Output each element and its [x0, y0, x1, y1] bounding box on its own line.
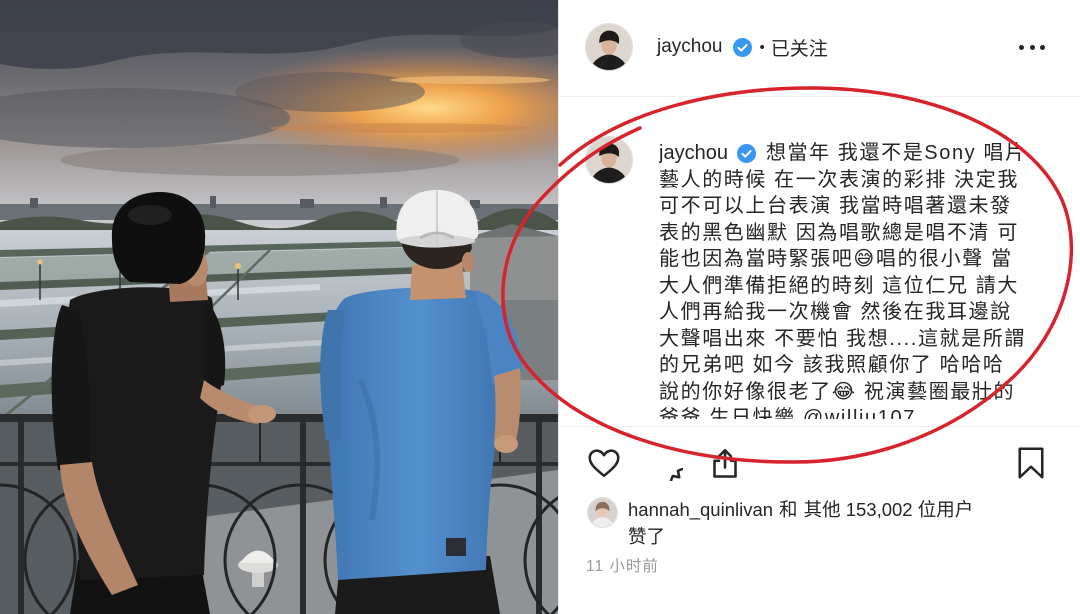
likes-others-link[interactable]: 其他 153,002 位用户 — [804, 499, 974, 520]
heart-icon[interactable] — [586, 445, 622, 481]
caption-line: 人們再給我一次機會 然後在我耳邊說 — [659, 301, 1012, 323]
cloud — [235, 72, 425, 112]
liker-avatar[interactable] — [587, 497, 618, 528]
author-username[interactable]: jaychou — [657, 36, 723, 58]
author-meta: jaychou • 已关注 — [657, 0, 828, 94]
caption-line: 大人們準備拒絕的時刻 這位仁兄 請大 — [659, 274, 1019, 297]
caption-line: 的兄弟吧 如今 該我照顧你了 哈哈哈 — [659, 354, 1005, 376]
likes-conjunction: 和 — [779, 499, 798, 520]
verified-badge-icon — [732, 37, 752, 57]
caption-author-avatar[interactable] — [585, 136, 633, 184]
cloud — [60, 144, 460, 176]
share-icon[interactable] — [707, 445, 743, 481]
hand-on-rail — [494, 435, 518, 453]
blue-tshirt — [326, 287, 512, 580]
ear — [462, 252, 474, 272]
likes-summary: hannah_quinlivan 和其他 153,002 位用户 赞了 — [628, 496, 973, 550]
more-options-icon[interactable] — [1019, 42, 1045, 52]
caption-line: jaychou 想當年 我還不是Sony 唱片 — [659, 140, 1073, 167]
caption-username[interactable]: jaychou — [659, 140, 728, 167]
post-side-panel: jaychou • 已关注 jaychou 想當年 我還不是Sony 唱片 藝人… — [558, 0, 1080, 614]
likes-line: hannah_quinlivan 和其他 153,002 位用户 — [628, 496, 973, 523]
separator-dot: • — [759, 38, 765, 56]
caption-line: 可不可以上台表演 我當時唱著還未發 — [659, 195, 1012, 217]
shirt-label — [446, 538, 466, 556]
right-forearm — [494, 368, 521, 446]
caption-line-mention[interactable]: 爸爸 生日快樂 @williu107 — [659, 405, 1073, 419]
post-timestamp[interactable]: 11 小时前 — [586, 558, 659, 576]
liker-username-link[interactable]: hannah_quinlivan — [628, 499, 773, 520]
comment-icon[interactable] — [647, 445, 683, 481]
likes-suffix: 赞了 — [628, 526, 666, 547]
divider — [559, 426, 1080, 427]
post-photo[interactable] — [0, 0, 558, 614]
caption-line: 藝人的時候 在一次表演的彩排 決定我 — [659, 168, 1019, 191]
follow-status-button[interactable]: 已关注 — [771, 34, 828, 61]
glow-streak — [270, 123, 530, 133]
caption-text: 想當年 我還不是Sony 唱片 — [765, 142, 1027, 164]
sky — [0, 0, 558, 234]
post-caption: jaychou 想當年 我還不是Sony 唱片 藝人的時候 在一次表演的彩排 決… — [659, 140, 1073, 419]
verified-badge-icon — [736, 143, 756, 163]
caption-line: 大聲唱出來 不要怕 我想....這就是所謂 — [659, 327, 1026, 350]
caption-line: 說的你好像很老了😂 祝演藝圈最壯的 — [659, 380, 1016, 403]
glow-streak — [390, 76, 550, 84]
caption-line: 能也因為當時緊張吧😅唱的很小聲 當 — [659, 248, 1013, 270]
post-header: jaychou • 已关注 — [559, 0, 1080, 97]
author-avatar[interactable] — [585, 23, 633, 71]
caption-line: 表的黑色幽默 因為唱歌總是唱不清 可 — [659, 221, 1019, 244]
hand-on-rail — [248, 405, 276, 423]
photo-scene — [0, 0, 558, 614]
bookmark-icon[interactable] — [1015, 445, 1047, 481]
